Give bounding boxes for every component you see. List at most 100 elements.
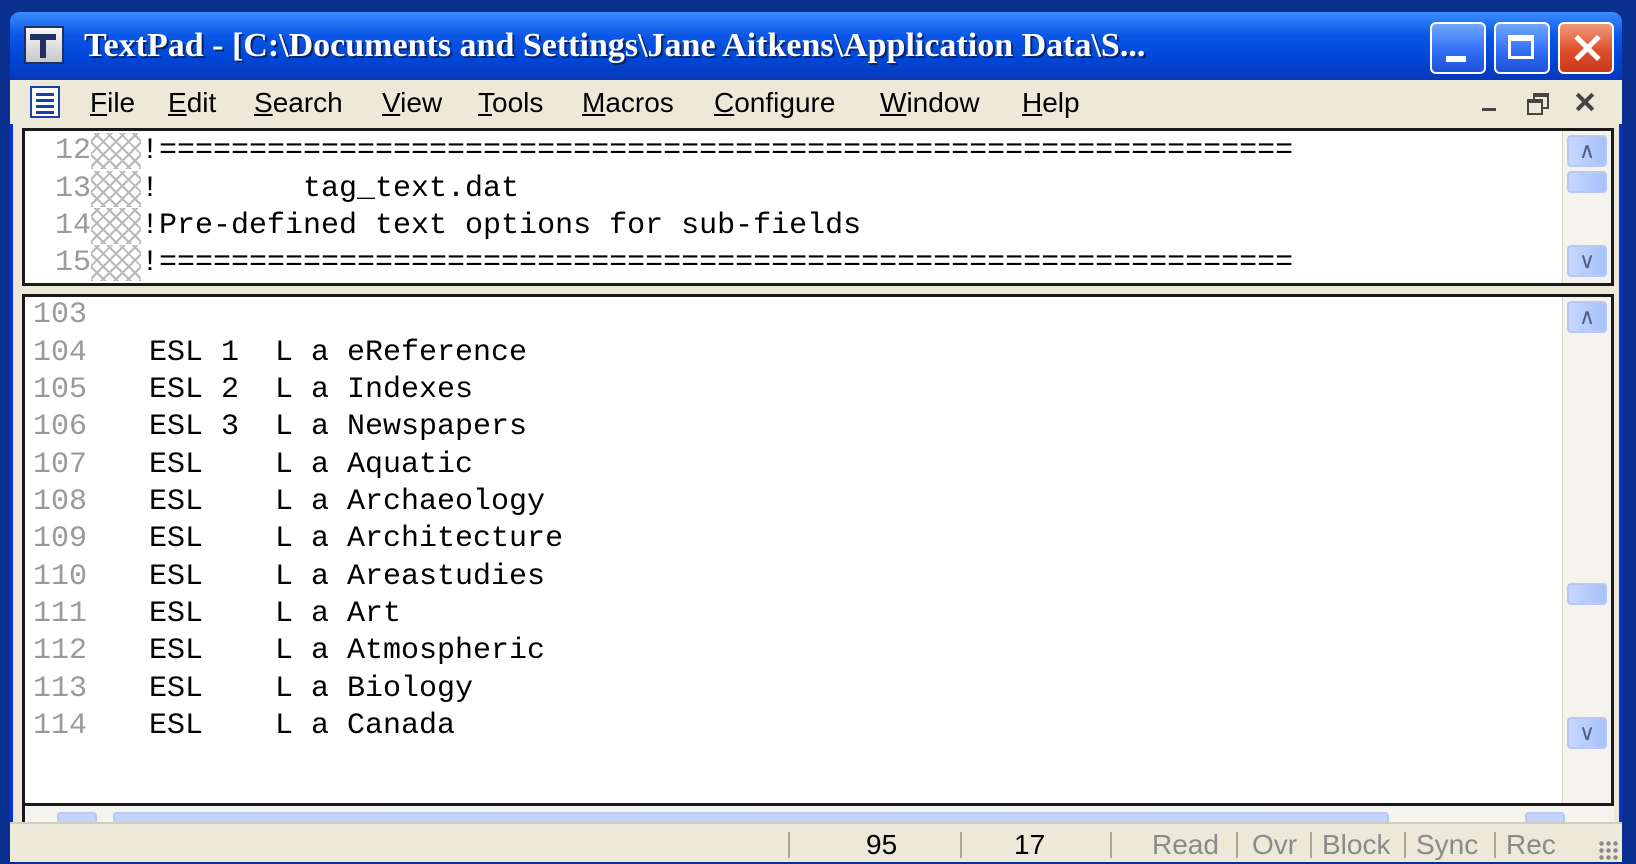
line-text: !=======================================… <box>141 134 1294 168</box>
menu-macros[interactable]: Macros <box>582 88 674 118</box>
line-text: ESL L a Atmospheric <box>149 634 546 668</box>
textpad-window: TextPad - [C:\Documents and Settings\Jan… <box>10 12 1622 862</box>
line-text: ESL L a Biology <box>149 672 474 706</box>
menu-window-label: indow <box>906 87 980 118</box>
menu-bar: File Edit Search View Tools Macros Confi… <box>10 80 1622 124</box>
line-number: 15 <box>54 246 91 280</box>
scroll-thumb[interactable] <box>1567 171 1607 193</box>
menu-help-mnemonic: H <box>1022 87 1043 118</box>
bookmark-margin[interactable] <box>91 171 141 207</box>
minimize-button[interactable] <box>1430 22 1486 74</box>
document-icon[interactable] <box>30 86 60 118</box>
status-separator <box>1494 832 1496 858</box>
menu-tools-mnemonic: T <box>478 87 492 118</box>
bookmark-margin[interactable] <box>91 133 141 169</box>
menu-window-mnemonic: W <box>880 87 907 118</box>
document-minimize-button[interactable] <box>1474 88 1504 116</box>
line-number: 105 <box>33 373 88 407</box>
editor-pane-top[interactable]: 12 !=====================================… <box>22 128 1614 286</box>
line-number: 13 <box>54 172 91 206</box>
textpad-app-icon[interactable] <box>24 26 64 64</box>
line-text: ESL L a Architecture <box>149 522 564 556</box>
scroll-up-icon[interactable]: ∧ <box>1567 135 1607 167</box>
code-line: 14 !Pre-defined text options for sub-fiel… <box>25 208 1515 244</box>
menu-edit-mnemonic: E <box>168 87 187 118</box>
status-separator <box>1236 832 1238 858</box>
top-vertical-scrollbar[interactable]: ∧ ∨ <box>1562 131 1611 283</box>
menu-configure[interactable]: Configure <box>714 88 835 118</box>
line-text: ESL L a Areastudies <box>149 560 546 594</box>
code-line: 105 ESL 2 L a Indexes <box>25 372 1515 408</box>
line-number: 14 <box>54 209 91 243</box>
bookmark-margin[interactable] <box>91 208 141 244</box>
code-line: 12 !=====================================… <box>25 133 1515 169</box>
menu-configure-mnemonic: C <box>714 87 735 118</box>
line-number: 110 <box>33 560 88 594</box>
editor-pane-bottom[interactable]: 103 104 ESL 1 L a eReference 105 ESL 2 L a… <box>22 294 1614 806</box>
title-bar[interactable]: TextPad - [C:\Documents and Settings\Jan… <box>10 12 1622 80</box>
status-separator <box>1110 832 1112 858</box>
code-line: 104 ESL 1 L a eReference <box>25 335 1515 371</box>
scroll-down-icon[interactable]: ∨ <box>1567 245 1607 277</box>
line-text: ESL L a Archaeology <box>149 485 546 519</box>
code-line: 107 ESL L a Aquatic <box>25 447 1515 483</box>
line-text: ESL L a Aquatic <box>149 448 474 482</box>
line-number: 12 <box>54 134 91 168</box>
line-number: 107 <box>33 448 88 482</box>
line-number: 114 <box>33 709 88 743</box>
document-restore-button[interactable] <box>1522 88 1552 116</box>
close-button[interactable] <box>1558 22 1614 74</box>
line-number: 111 <box>33 597 88 631</box>
menu-help-label: elp <box>1042 87 1080 118</box>
status-separator <box>788 832 790 858</box>
code-line: 112 ESL L a Atmospheric <box>25 633 1515 669</box>
status-line-number: 95 <box>866 829 898 860</box>
status-separator <box>960 832 962 858</box>
menu-help[interactable]: Help <box>1022 88 1080 118</box>
line-number: 103 <box>33 298 88 332</box>
scroll-up-icon[interactable]: ∧ <box>1567 301 1607 333</box>
bottom-vertical-scrollbar[interactable]: ∧ ∨ <box>1562 297 1611 803</box>
menu-window[interactable]: Window <box>880 88 980 118</box>
menu-macros-label: acros <box>605 87 674 118</box>
scroll-thumb[interactable] <box>1567 583 1607 605</box>
status-read: Read <box>1152 829 1219 860</box>
line-text: ESL 3 L a Newspapers <box>149 410 528 444</box>
status-ovr: Ovr <box>1252 829 1298 860</box>
line-text: ESL 1 L a eReference <box>149 336 528 370</box>
line-number: 109 <box>33 522 88 556</box>
line-text: ESL 2 L a Indexes <box>149 373 474 407</box>
scroll-down-icon[interactable]: ∨ <box>1567 717 1607 749</box>
status-column-number: 17 <box>1014 829 1046 860</box>
menu-search-label: earch <box>272 87 343 118</box>
window-title: TextPad - [C:\Documents and Settings\Jan… <box>84 27 1146 64</box>
menu-configure-label: onfigure <box>734 87 836 118</box>
menu-view-mnemonic: V <box>382 87 401 118</box>
code-line: 109 ESL L a Architecture <box>25 521 1515 557</box>
line-number: 112 <box>33 634 88 668</box>
resize-grip-icon[interactable] <box>1598 840 1618 860</box>
menu-search-mnemonic: S <box>254 87 273 118</box>
line-text: !=======================================… <box>141 246 1294 280</box>
status-sync: Sync <box>1416 829 1479 860</box>
code-line: 111 ESL L a Art <box>25 596 1515 632</box>
menu-search[interactable]: Search <box>254 88 343 118</box>
document-close-button[interactable] <box>1570 88 1600 116</box>
menu-view[interactable]: View <box>382 88 442 118</box>
bookmark-margin[interactable] <box>91 245 141 281</box>
menu-file-mnemonic: F <box>90 87 108 118</box>
code-line: 114 ESL L a Canada <box>25 708 1515 744</box>
status-separator <box>1310 832 1312 858</box>
menu-tools[interactable]: Tools <box>478 88 543 118</box>
code-line: 13 ! tag_text.dat <box>25 171 1515 207</box>
maximize-button[interactable] <box>1494 22 1550 74</box>
line-text: ESL L a Art <box>149 597 402 631</box>
menu-edit-label: dit <box>186 87 217 118</box>
line-number: 113 <box>33 672 88 706</box>
code-line: 108 ESL L a Archaeology <box>25 484 1515 520</box>
menu-file[interactable]: File <box>90 88 135 118</box>
code-line: 106 ESL 3 L a Newspapers <box>25 409 1515 445</box>
status-separator <box>1404 832 1406 858</box>
menu-file-label: ile <box>107 87 136 118</box>
menu-edit[interactable]: Edit <box>168 88 216 118</box>
